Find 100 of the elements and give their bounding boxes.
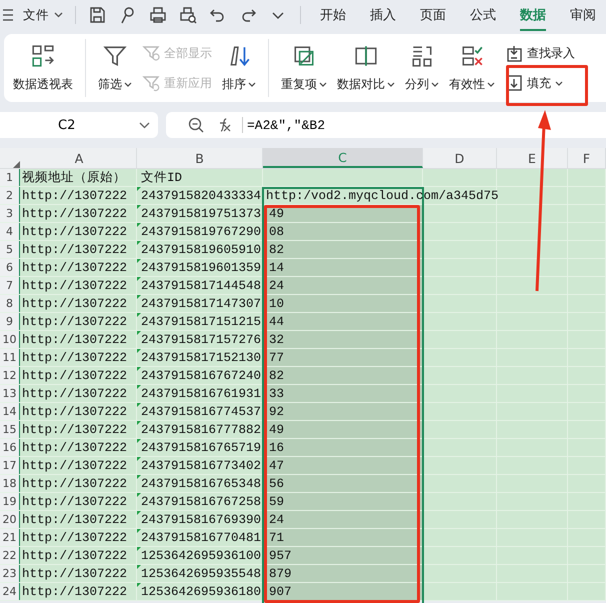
- row-header[interactable]: 10: [0, 331, 20, 348]
- check-cross-icon: [460, 44, 484, 68]
- text-number-marker-icon: [137, 241, 141, 245]
- caret-icon: [139, 122, 150, 128]
- text-number-marker-icon: [137, 457, 141, 461]
- text-number-marker-icon: [137, 295, 141, 299]
- text-number-marker-icon: [137, 511, 141, 515]
- row-header[interactable]: 13: [0, 385, 20, 402]
- table-cell: 2437915819605910: [141, 242, 262, 256]
- formula-text: =A2&","&B2: [247, 118, 326, 132]
- table-cell-text: 文件ID: [141, 170, 182, 186]
- row-header[interactable]: 24: [0, 583, 20, 600]
- row-header[interactable]: 14: [0, 403, 20, 420]
- text-number-marker-icon: [137, 403, 141, 407]
- caret-icon: [54, 12, 63, 18]
- table-cell: 49: [269, 422, 284, 436]
- row-header[interactable]: 1: [0, 169, 20, 186]
- table-cell: 32: [269, 332, 284, 346]
- name-box[interactable]: C2: [0, 112, 158, 138]
- row-header[interactable]: 3: [0, 205, 20, 222]
- ribbon-button[interactable]: 数据对比: [334, 40, 398, 96]
- ribbon-button[interactable]: 排序: [219, 40, 259, 96]
- table-cell: http://1307222: [22, 206, 128, 220]
- row-header[interactable]: 23: [0, 565, 20, 582]
- row-header[interactable]: 7: [0, 277, 20, 294]
- text-number-marker-icon: [137, 385, 141, 389]
- ribbon-tab[interactable]: 开始: [320, 0, 346, 30]
- row-header[interactable]: 20: [0, 511, 20, 528]
- print-preview-icon[interactable]: [178, 5, 198, 25]
- ribbon-button[interactable]: 有效性: [446, 40, 498, 96]
- table-cell: 2437915816767258: [141, 494, 262, 508]
- text-number-marker-icon: [137, 367, 141, 371]
- column-header[interactable]: D: [423, 148, 497, 168]
- menu-icon[interactable]: [3, 9, 13, 21]
- text-number-marker-icon: [137, 547, 141, 551]
- table-cell: 2437915816774537: [141, 404, 262, 418]
- table-cell: 14: [269, 260, 284, 274]
- table-cell: 879: [269, 566, 292, 580]
- row-header[interactable]: 11: [0, 349, 20, 366]
- table-cell: 16: [269, 440, 284, 454]
- row-header[interactable]: 12: [0, 367, 20, 384]
- table-cell: 24: [269, 512, 284, 526]
- table-cell: 2437915817152130: [141, 350, 262, 364]
- row-header[interactable]: 4: [0, 223, 20, 240]
- clipboard-icon: [505, 44, 523, 62]
- ribbon-button[interactable]: 筛选: [95, 40, 135, 96]
- ribbon-tab[interactable]: 插入: [370, 0, 396, 30]
- table-cell: http://1307222: [22, 476, 128, 490]
- row-header[interactable]: 2: [0, 187, 20, 204]
- row-header[interactable]: 16: [0, 439, 20, 456]
- table-cell: 2437915816765348: [141, 476, 262, 490]
- column-header[interactable]: F: [568, 148, 606, 168]
- print-icon[interactable]: [148, 5, 168, 25]
- row-header[interactable]: 19: [0, 493, 20, 510]
- table-cell: 71: [269, 530, 284, 544]
- file-menu[interactable]: 文件: [21, 6, 65, 24]
- table-cell: 2437915819751373: [141, 206, 262, 220]
- compare-icon: [354, 44, 378, 68]
- ribbon-button[interactable]: 分列: [402, 40, 442, 96]
- text-number-marker-icon: [137, 331, 141, 335]
- row-header[interactable]: 8: [0, 295, 20, 312]
- table-cell: 2437915816767240: [141, 368, 262, 382]
- column-header[interactable]: E: [497, 148, 568, 168]
- table-cell: 10: [269, 296, 284, 310]
- text-number-marker-icon: [137, 565, 141, 569]
- row-header[interactable]: 21: [0, 529, 20, 546]
- ribbon-button[interactable]: 重复项: [278, 40, 330, 96]
- row-header[interactable]: 5: [0, 241, 20, 258]
- table-cell: http://1307222: [22, 494, 128, 508]
- zoom-icon[interactable]: [188, 117, 204, 133]
- duplicate-squares-icon: [292, 44, 316, 68]
- text-number-marker-icon: [137, 583, 141, 587]
- table-cell: http://1307222: [22, 296, 128, 310]
- table-cell: 2437915817144548: [141, 278, 262, 292]
- table-cell: http://1307222: [22, 440, 128, 454]
- table-cell: 2437915819601359: [141, 260, 262, 274]
- table-cell: 82: [269, 368, 284, 382]
- ribbon-tab[interactable]: 页面: [420, 0, 446, 30]
- text-number-marker-icon: [137, 205, 141, 209]
- row-header[interactable]: 22: [0, 547, 20, 564]
- table-cell: http://1307222: [22, 332, 128, 346]
- formula-bar[interactable]: =A2&","&B2: [166, 112, 606, 138]
- column-header[interactable]: A: [20, 148, 137, 168]
- row-header[interactable]: 9: [0, 313, 20, 330]
- table-cell: 2437915816769390: [141, 512, 262, 526]
- ribbon-tab[interactable]: 数据: [520, 0, 546, 30]
- text-number-marker-icon: [137, 421, 141, 425]
- ribbon-button[interactable]: 数据透视表: [10, 40, 76, 96]
- table-cell-text: 视频地址（原始）: [22, 170, 126, 186]
- ribbon-button[interactable]: 填充: [502, 72, 578, 94]
- ribbon-tab[interactable]: 公式: [470, 0, 496, 30]
- row-header[interactable]: 17: [0, 457, 20, 474]
- table-cell: 2437915819767290: [141, 224, 262, 238]
- row-header[interactable]: 18: [0, 475, 20, 492]
- ribbon-button[interactable]: 查找录入: [502, 42, 578, 64]
- row-header[interactable]: 6: [0, 259, 20, 276]
- table-cell: 08: [269, 224, 284, 238]
- table-cell: 2437915817157276: [141, 332, 262, 346]
- row-header[interactable]: 15: [0, 421, 20, 438]
- ribbon-tab[interactable]: 审阅: [570, 0, 596, 30]
